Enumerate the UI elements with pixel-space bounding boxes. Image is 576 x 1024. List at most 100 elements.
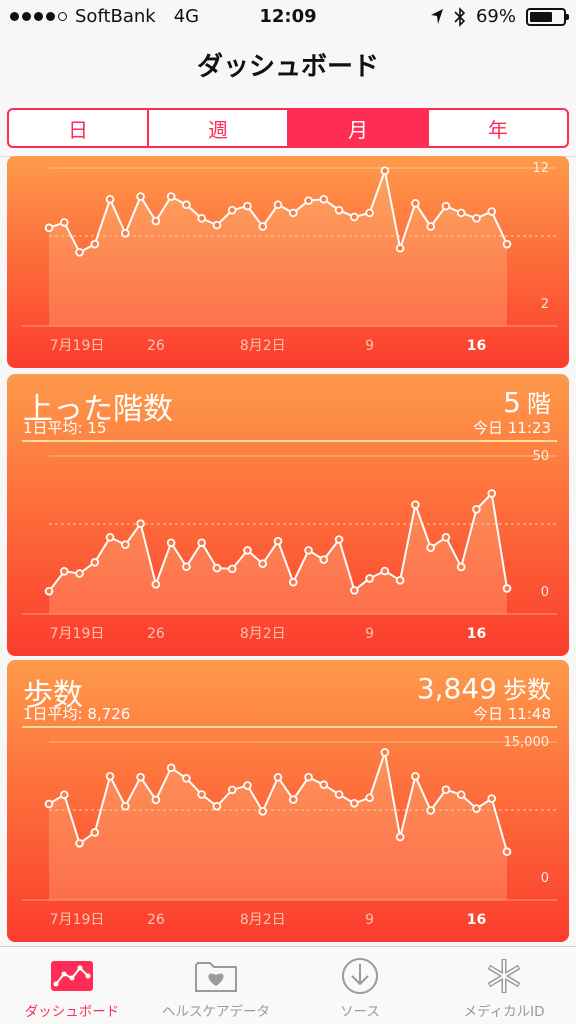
steps-card[interactable]: 歩数 3,849 歩数 1日平均: 8,726 今日 11:48 15,000 0… [7, 660, 569, 942]
data-point [288, 208, 298, 218]
data-point [395, 832, 405, 842]
data-point [197, 538, 206, 548]
data-point [258, 807, 268, 816]
data-point [243, 201, 252, 211]
data-point [197, 790, 206, 799]
x-tick-label: 26 [147, 626, 165, 642]
data-point [472, 214, 481, 223]
data-point [334, 205, 344, 215]
tab-label: ヘルスケアデータ [162, 1004, 270, 1020]
data-point [350, 586, 359, 595]
data-point [151, 795, 161, 805]
data-point [487, 207, 497, 216]
data-point [365, 208, 374, 218]
data-point [44, 799, 54, 809]
data-point [441, 533, 451, 542]
card-divider [22, 440, 557, 442]
data-point [136, 192, 145, 201]
data-point [151, 216, 161, 226]
data-point [426, 543, 435, 552]
data-point [227, 785, 237, 795]
segment-month[interactable]: 月 [289, 110, 429, 146]
y-tick-label: 12 [532, 161, 549, 176]
data-point [426, 222, 435, 231]
metric-card-partial[interactable]: 12 2 7月19日 26 8月2日 9 16 [7, 156, 569, 368]
data-point [44, 223, 54, 233]
medical-id-icon [482, 956, 526, 996]
tab-sources[interactable]: ソース [288, 947, 432, 1024]
data-point [380, 748, 390, 757]
data-point [441, 785, 451, 794]
data-point [59, 567, 69, 576]
card-divider [22, 726, 557, 728]
data-point [121, 540, 130, 549]
data-point [411, 199, 420, 208]
data-point [212, 801, 222, 811]
flights-climbed-card[interactable]: 上った階数 5 階 1日平均: 15 今日 11:23 50 0 7月19日 26 8月… [7, 374, 569, 656]
period-segmented-control: 日 週 月 年 [7, 108, 569, 148]
data-point [182, 200, 191, 210]
tab-health-data[interactable]: ヘルスケアデータ [144, 947, 288, 1024]
data-point [273, 536, 283, 546]
data-point [121, 228, 130, 238]
data-point [212, 563, 222, 573]
card-unit: 階 [527, 390, 551, 418]
data-point [136, 519, 145, 529]
location-arrow-icon [430, 8, 443, 24]
data-point [456, 562, 466, 572]
data-point [411, 500, 420, 509]
data-point [136, 772, 145, 782]
dashboard-chart-icon [50, 956, 94, 996]
data-point [487, 794, 497, 803]
data-point [502, 584, 512, 593]
card-average: 1日平均: 15 [23, 419, 107, 437]
x-tick-label: 16 [467, 912, 486, 928]
data-point [502, 847, 512, 857]
data-point [365, 574, 374, 583]
data-point [441, 201, 451, 211]
data-point [395, 243, 405, 253]
data-point [502, 239, 512, 249]
x-tick-label: 9 [365, 338, 374, 354]
tab-medical-id[interactable]: メディカルID [432, 947, 576, 1024]
tab-label: ソース [340, 1004, 380, 1020]
segment-day[interactable]: 日 [9, 110, 149, 146]
flights-line-chart: 50 0 7月19日 26 8月2日 9 16 [22, 449, 557, 642]
page-title: ダッシュボード [196, 52, 379, 82]
health-data-folder-icon [194, 956, 238, 996]
data-point [426, 806, 435, 815]
data-point [365, 793, 374, 803]
x-tick-label: 7月19日 [50, 626, 105, 642]
data-point [75, 569, 84, 578]
tab-label: メディカルID [463, 1004, 545, 1020]
x-tick-label: 16 [467, 338, 486, 354]
data-point [59, 790, 69, 800]
data-point [197, 214, 206, 223]
x-tick-label: 8月2日 [240, 626, 286, 642]
tab-label: ダッシュボード [24, 1004, 120, 1020]
data-point [288, 795, 298, 804]
card-timestamp: 今日 11:48 [473, 705, 551, 723]
data-point [304, 546, 313, 555]
data-point [288, 577, 298, 587]
data-point [90, 828, 100, 837]
battery-level-fill [530, 11, 553, 22]
data-point [121, 801, 130, 811]
data-point [105, 533, 115, 542]
data-point [472, 804, 481, 813]
chart-area [49, 170, 507, 326]
data-point [258, 222, 268, 231]
battery-icon [526, 7, 569, 26]
x-tick-label: 9 [365, 912, 374, 928]
card-timestamp: 今日 11:23 [473, 419, 551, 437]
data-point [334, 535, 344, 544]
y-tick-label: 2 [541, 297, 549, 312]
data-point [166, 538, 176, 548]
battery-percent: 69% [475, 6, 516, 27]
data-point [273, 200, 283, 210]
segment-week[interactable]: 週 [149, 110, 289, 146]
tab-dashboard[interactable]: ダッシュボード [0, 947, 144, 1024]
data-point [319, 555, 329, 564]
y-tick-label: 0 [541, 871, 549, 886]
segment-year[interactable]: 年 [429, 110, 567, 146]
